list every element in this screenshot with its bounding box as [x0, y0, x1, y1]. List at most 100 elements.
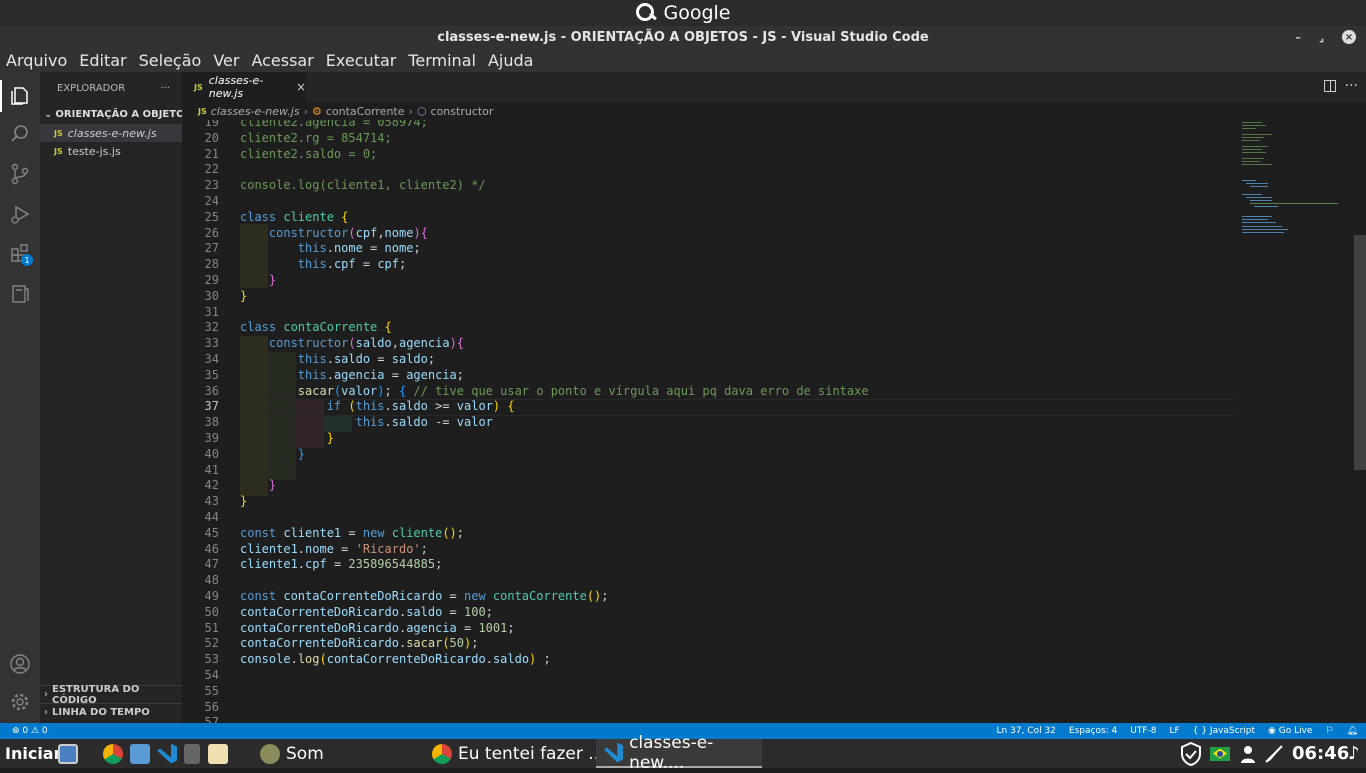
- code-line[interactable]: 28 this.cpf = cpf;: [182, 256, 1232, 272]
- chrome-launcher-icon[interactable]: [103, 739, 123, 768]
- code-line[interactable]: 22: [182, 161, 1232, 177]
- code-line[interactable]: 46 cliente1.nome = 'Ricardo';: [182, 541, 1232, 557]
- code-line[interactable]: 24: [182, 193, 1232, 209]
- code-line[interactable]: 48: [182, 572, 1232, 588]
- source-control-icon[interactable]: [8, 162, 32, 186]
- code-line[interactable]: 56: [182, 699, 1232, 715]
- music-note-icon[interactable]: ♪: [1348, 739, 1360, 768]
- menu-editar[interactable]: Editar: [79, 51, 126, 70]
- code-line[interactable]: 27 this.nome = nome;: [182, 240, 1232, 256]
- code-line[interactable]: 20 cliente2.rg = 854714;: [182, 130, 1232, 146]
- code-line[interactable]: 29 }: [182, 272, 1232, 288]
- user-icon[interactable]: [1240, 739, 1256, 768]
- code-line[interactable]: 55: [182, 683, 1232, 699]
- menu-acessar[interactable]: Acessar: [251, 51, 313, 70]
- explorer-icon[interactable]: [8, 84, 32, 108]
- editor-launcher-icon[interactable]: [208, 739, 228, 768]
- split-editor-icon[interactable]: [1324, 80, 1336, 92]
- feedback-icon[interactable]: ⚐: [1325, 726, 1333, 736]
- code-line[interactable]: 37 if (this.saldo >= valor) {: [182, 398, 1232, 414]
- brazil-flag-icon[interactable]: [1210, 739, 1230, 768]
- menu-ver[interactable]: Ver: [213, 51, 239, 70]
- code-line[interactable]: 42 }: [182, 477, 1232, 493]
- code-line[interactable]: 39 }: [182, 430, 1232, 446]
- menu-terminal[interactable]: Terminal: [408, 51, 476, 70]
- code-line[interactable]: 31: [182, 304, 1232, 320]
- vertical-scrollbar[interactable]: [1354, 235, 1366, 470]
- calculator-launcher-icon[interactable]: [184, 739, 200, 768]
- vscode-window-button[interactable]: classes-e-new....: [596, 733, 762, 773]
- language-mode[interactable]: { } JavaScript: [1193, 726, 1255, 736]
- bell-icon[interactable]: 🔔︎: [1347, 726, 1358, 736]
- code-line[interactable]: 30}: [182, 288, 1232, 304]
- code-line[interactable]: 19 cliente2.agencia = 058974;: [182, 120, 1232, 130]
- indentation-setting[interactable]: Espaços: 4: [1069, 726, 1117, 736]
- sound-window-button[interactable]: Som: [260, 739, 324, 768]
- menu-ajuda[interactable]: Ajuda: [488, 51, 534, 70]
- restore-button[interactable]: ⌟: [1319, 31, 1324, 44]
- shield-icon[interactable]: [1180, 739, 1202, 768]
- code-line[interactable]: 36 sacar(valor); { // tive que usar o po…: [182, 383, 1232, 399]
- minimap[interactable]: [1242, 120, 1352, 723]
- code-line[interactable]: 21 cliente2.saldo = 0;: [182, 146, 1232, 162]
- breadcrumb-file[interactable]: classes-e-new.js: [211, 105, 300, 118]
- cursor-position[interactable]: Ln 37, Col 32: [997, 726, 1056, 736]
- files-launcher-icon[interactable]: [130, 739, 150, 768]
- minimize-button[interactable]: –: [1295, 31, 1301, 44]
- code-line[interactable]: 57: [182, 714, 1232, 723]
- code-line[interactable]: 26 constructor(cpf,nome){: [182, 225, 1232, 241]
- search-sidebar-icon[interactable]: [8, 122, 32, 146]
- close-tab-icon[interactable]: ×: [296, 80, 306, 94]
- code-line[interactable]: 43}: [182, 493, 1232, 509]
- extensions-icon[interactable]: 1: [8, 242, 33, 266]
- timeline-section[interactable]: › LINHA DO TEMPO: [40, 703, 182, 721]
- go-live-button[interactable]: ◉ Go Live: [1268, 726, 1312, 736]
- problems-indicator[interactable]: ⊗ 0 ⚠ 0: [12, 726, 48, 736]
- outline-section[interactable]: › ESTRUTURA DO CÓDIGO: [40, 684, 182, 706]
- encoding-setting[interactable]: UTF-8: [1130, 726, 1156, 736]
- menu-arquivo[interactable]: Arquivo: [6, 51, 67, 70]
- vscode-launcher-icon[interactable]: [157, 739, 177, 768]
- breadcrumb-method[interactable]: constructor: [431, 105, 494, 118]
- workspace-folder[interactable]: ⌄ ORIENTAÇÃO A OBJETOS ...: [40, 104, 182, 124]
- code-line[interactable]: 51 contaCorrenteDoRicardo.agencia = 1001;: [182, 620, 1232, 636]
- code-line[interactable]: 23 console.log(cliente1, cliente2) */: [182, 177, 1232, 193]
- clock[interactable]: 06:46: [1292, 739, 1349, 768]
- chrome-window-button[interactable]: Eu tentei fazer ...: [432, 739, 604, 768]
- code-line[interactable]: 34 this.saldo = saldo;: [182, 351, 1232, 367]
- more-actions-icon[interactable]: ···: [1345, 78, 1358, 94]
- gear-icon[interactable]: [8, 690, 32, 714]
- code-line[interactable]: 54: [182, 667, 1232, 683]
- close-button[interactable]: ×: [1342, 30, 1356, 44]
- more-actions-icon[interactable]: ···: [160, 83, 170, 94]
- code-editor[interactable]: 19 cliente2.agencia = 058974; 20 cliente2.r…: [182, 120, 1366, 723]
- code-line[interactable]: 45 const cliente1 = new cliente();: [182, 525, 1232, 541]
- network-icon[interactable]: [1264, 739, 1284, 768]
- code-line[interactable]: 41: [182, 462, 1232, 478]
- search-icon[interactable]: [635, 2, 657, 24]
- code-line[interactable]: 38 this.saldo -= valor: [182, 414, 1232, 430]
- breadcrumb-class[interactable]: contaCorrente: [326, 105, 405, 118]
- start-button[interactable]: Iniciar: [5, 739, 61, 768]
- code-line[interactable]: 47 cliente1.cpf = 235896544885;: [182, 556, 1232, 572]
- code-line[interactable]: 25 class cliente {: [182, 209, 1232, 225]
- menu-executar[interactable]: Executar: [326, 51, 397, 70]
- code-line[interactable]: 35 this.agencia = agencia;: [182, 367, 1232, 383]
- run-debug-icon[interactable]: [8, 202, 32, 226]
- account-icon[interactable]: [8, 652, 32, 676]
- file-item-classes-e-new[interactable]: JS classes-e-new.js: [40, 124, 182, 142]
- show-desktop-icon[interactable]: [58, 739, 78, 768]
- google-search-label[interactable]: Google: [663, 2, 730, 24]
- notebook-icon[interactable]: [8, 282, 32, 306]
- code-line[interactable]: 32 class contaCorrente {: [182, 319, 1232, 335]
- code-line[interactable]: 33 constructor(saldo,agencia){: [182, 335, 1232, 351]
- code-line[interactable]: 49 const contaCorrenteDoRicardo = new con…: [182, 588, 1232, 604]
- menu-selecao[interactable]: Seleção: [139, 51, 202, 70]
- tab-classes-e-new[interactable]: JS classes-e-new.js ×: [182, 72, 306, 102]
- eol-setting[interactable]: LF: [1170, 726, 1180, 736]
- code-line[interactable]: 44: [182, 509, 1232, 525]
- code-line[interactable]: 53 console.log(contaCorrenteDoRicardo.sal…: [182, 651, 1232, 667]
- code-line[interactable]: 52 contaCorrenteDoRicardo.sacar(50);: [182, 635, 1232, 651]
- code-line[interactable]: 40 }: [182, 446, 1232, 462]
- code-line[interactable]: 50 contaCorrenteDoRicardo.saldo = 100;: [182, 604, 1232, 620]
